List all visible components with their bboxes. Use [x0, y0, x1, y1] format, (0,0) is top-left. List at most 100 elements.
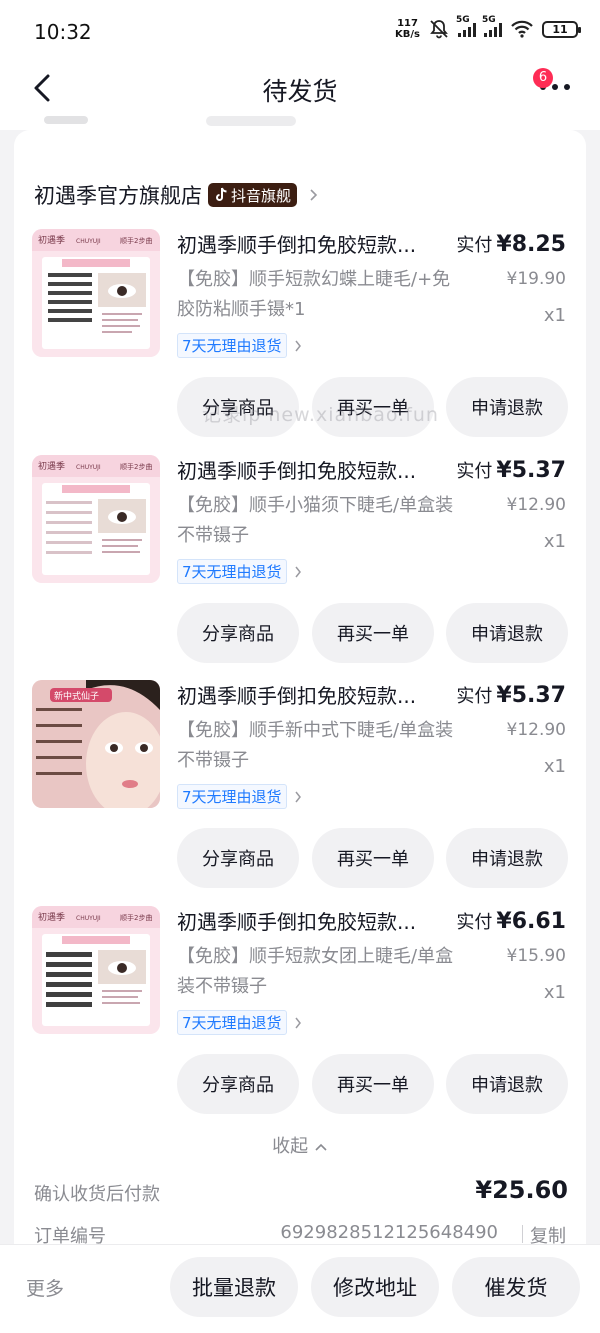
thumb-brand: 初遇季 — [38, 911, 65, 923]
paid-price-label: 实付 — [456, 235, 493, 256]
order-number: 6929828512125648490 — [280, 1222, 498, 1243]
shop-header[interactable]: 初遇季官方旗舰店 抖音旗舰 — [34, 180, 321, 210]
paid-price: 实付 ¥5.37 — [456, 682, 566, 708]
paid-price: 实付 ¥5.37 — [456, 457, 566, 483]
network-speed: 117 KB/s — [395, 18, 420, 40]
shop-tag: 抖音旗舰 — [208, 183, 298, 207]
product-item: 初遇季 CHUYUJI 顺手2步曲 初遇季顺手倒扣免胶短款... 【免胶】顺手短… — [0, 906, 600, 1131]
request-refund-button[interactable]: 申请退款 — [446, 828, 568, 888]
network-speed-value: 117 — [397, 18, 418, 29]
paid-price-value: ¥8.25 — [496, 232, 566, 257]
buy-again-button[interactable]: 再买一单 — [312, 603, 434, 663]
network-speed-unit: KB/s — [395, 29, 420, 40]
more-actions-button[interactable]: 更多 — [26, 1274, 64, 1301]
shop-tag-label: 抖音旗舰 — [231, 186, 292, 205]
more-options-button[interactable]: 6 — [533, 68, 572, 102]
sim2-label: 5G — [482, 15, 496, 25]
original-price: ¥19.90 — [506, 269, 566, 289]
chevron-right-icon — [294, 566, 301, 577]
request-refund-button[interactable]: 申请退款 — [446, 603, 568, 663]
buy-again-button[interactable]: 再买一单 — [312, 828, 434, 888]
collapse-label: 收起 — [272, 1136, 309, 1157]
product-sku: 【免胶】顺手短款女团上睫毛/单盒装不带镊子 — [177, 946, 454, 997]
paid-price-value: ¥5.37 — [496, 458, 566, 483]
refund-policy-label: 7天无理由退货 — [177, 1010, 287, 1035]
change-address-button[interactable]: 修改地址 — [311, 1257, 439, 1317]
quantity: x1 — [543, 982, 566, 1003]
signal-icon-1: 5G — [456, 15, 476, 37]
product-title[interactable]: 初遇季顺手倒扣免胶短款... — [177, 680, 449, 709]
thumb-brand-en: CHUYUJI — [76, 915, 101, 922]
bottom-action-bar: 更多 批量退款 修改地址 催发货 — [0, 1244, 600, 1333]
product-thumbnail[interactable]: 新中式仙子 — [32, 680, 160, 808]
product-item: 新中式仙子 初遇季顺手倒扣免胶短款... 【免胶】顺手新中式下睫毛/单盒装不带镊… — [0, 680, 600, 905]
shop-name: 初遇季官方旗舰店 — [34, 184, 202, 208]
refund-policy-tag[interactable]: 7天无理由退货 — [177, 333, 303, 358]
product-sku: 【免胶】顺手新中式下睫毛/单盒装不带镊子 — [177, 720, 454, 771]
chevron-right-icon — [294, 1017, 301, 1028]
bell-muted-icon — [430, 20, 448, 39]
share-product-button[interactable]: 分享商品 — [177, 828, 299, 888]
scrolled-content-hint — [44, 116, 88, 124]
paid-price: 实付 ¥8.25 — [456, 231, 566, 257]
thumb-brand: 初遇季 — [38, 234, 65, 246]
chevron-right-icon — [310, 189, 318, 201]
refund-policy-tag[interactable]: 7天无理由退货 — [177, 784, 303, 809]
quantity: x1 — [543, 305, 566, 326]
product-item: 初遇季 CHUYUJI 顺手2步曲 初遇季顺手倒扣免胶短款... 【免胶】顺手小… — [0, 455, 600, 680]
status-bar: 10:32 117 KB/s 5G 5G 11 — [0, 0, 600, 62]
page-title: 待发货 — [262, 77, 338, 106]
batch-refund-button[interactable]: 批量退款 — [170, 1257, 298, 1317]
refund-policy-tag[interactable]: 7天无理由退货 — [177, 1010, 303, 1035]
urge-shipping-button[interactable]: 催发货 — [452, 1257, 580, 1317]
collapse-button[interactable]: 收起 — [0, 1132, 600, 1158]
product-image-icon: 初遇季 CHUYUJI 顺手2步曲 — [32, 229, 160, 357]
product-title[interactable]: 初遇季顺手倒扣免胶短款... — [177, 455, 449, 484]
buy-again-button[interactable]: 再买一单 — [312, 1054, 434, 1114]
refund-policy-label: 7天无理由退货 — [177, 333, 287, 358]
product-sku: 【免胶】顺手短款幻蝶上睫毛/+免胶防粘顺手镊*1 — [177, 269, 451, 320]
status-icons: 117 KB/s 5G 5G 11 — [395, 15, 581, 40]
request-refund-button[interactable]: 申请退款 — [446, 377, 568, 437]
request-refund-button[interactable]: 申请退款 — [446, 1054, 568, 1114]
status-time: 10:32 — [34, 20, 92, 44]
notification-badge: 6 — [533, 68, 553, 88]
refund-policy-label: 7天无理由退货 — [177, 559, 287, 584]
chevron-right-icon — [294, 791, 301, 802]
paid-price-value: ¥5.37 — [496, 683, 566, 708]
divider — [522, 1225, 523, 1243]
product-thumbnail[interactable]: 初遇季 CHUYUJI 顺手2步曲 — [32, 229, 160, 357]
original-price: ¥12.90 — [506, 720, 566, 740]
wifi-icon — [511, 20, 533, 38]
watermark: 记录ip new.xianbao.fun — [202, 404, 439, 426]
douyin-icon — [216, 187, 227, 201]
product-image-icon: 初遇季 CHUYUJI 顺手2步曲 — [32, 906, 160, 1034]
refund-policy-tag[interactable]: 7天无理由退货 — [177, 559, 303, 584]
thumb-slogan: 顺手2步曲 — [120, 913, 152, 922]
paid-price-value: ¥6.61 — [496, 909, 566, 934]
product-thumbnail[interactable]: 初遇季 CHUYUJI 顺手2步曲 — [32, 455, 160, 583]
quantity: x1 — [543, 531, 566, 552]
thumb-brand-en: CHUYUJI — [76, 238, 101, 245]
nav-bar: 待发货 6 — [0, 62, 600, 114]
share-product-button[interactable]: 分享商品 — [177, 1054, 299, 1114]
product-image-icon: 新中式仙子 — [32, 680, 160, 808]
original-price: ¥15.90 — [506, 946, 566, 966]
chevron-right-icon — [294, 340, 301, 351]
paid-price: 实付 ¥6.61 — [456, 908, 566, 934]
paid-price-label: 实付 — [456, 912, 493, 933]
original-price: ¥12.90 — [506, 495, 566, 515]
product-image-icon: 初遇季 CHUYUJI 顺手2步曲 — [32, 455, 160, 583]
share-product-button[interactable]: 分享商品 — [177, 603, 299, 663]
product-title[interactable]: 初遇季顺手倒扣免胶短款... — [177, 906, 449, 935]
paid-price-label: 实付 — [456, 686, 493, 707]
thumb-promo: 新中式仙子 — [54, 690, 99, 702]
product-thumbnail[interactable]: 初遇季 CHUYUJI 顺手2步曲 — [32, 906, 160, 1034]
pay-after-receipt-label: 确认收货后付款 — [34, 1184, 160, 1205]
sim1-label: 5G — [456, 15, 470, 25]
order-total: ¥25.60 — [475, 1176, 568, 1204]
scrolled-header-strip — [0, 114, 600, 130]
product-sku: 【免胶】顺手小猫须下睫毛/单盒装不带镊子 — [177, 495, 454, 546]
thumb-brand: 初遇季 — [38, 460, 65, 472]
product-title[interactable]: 初遇季顺手倒扣免胶短款... — [177, 229, 449, 258]
